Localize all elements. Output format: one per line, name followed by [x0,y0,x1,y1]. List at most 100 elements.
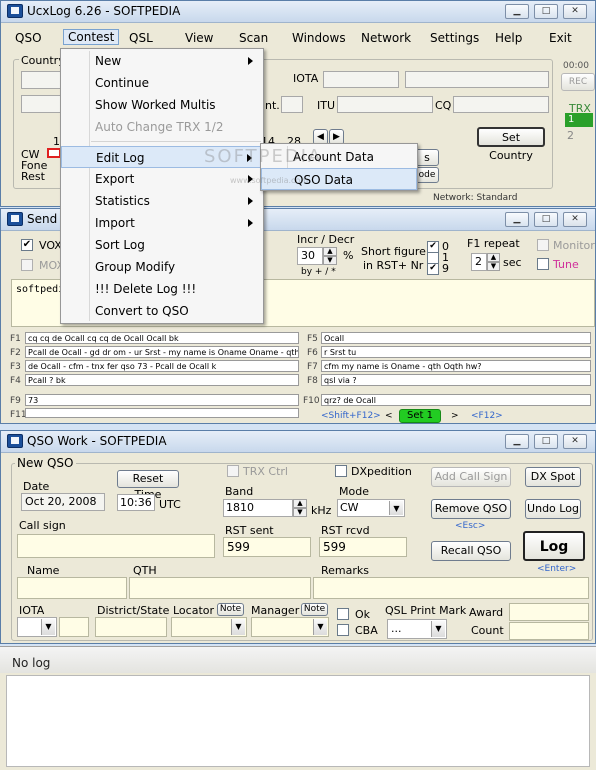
fkey-f8-field[interactable]: qsl via ? [321,374,591,386]
repeat-up-icon[interactable]: ▲ [487,253,500,262]
date-field[interactable]: Oct 20, 2008 [21,493,105,511]
cba-checkbox[interactable] [337,624,349,636]
qth-input[interactable] [129,577,311,599]
remove-qso-button[interactable]: Remove QSO [431,499,511,519]
menu-settings[interactable]: Settings [430,31,479,45]
vox-checkbox[interactable]: ✔ [21,239,33,251]
set-prev-icon[interactable]: < [385,411,393,421]
dx-spot-button[interactable]: DX Spot [525,467,581,487]
qsl-print-mark-select[interactable]: ... ▼ [387,619,447,639]
repeat-down-icon[interactable]: ▼ [487,262,500,271]
repeat-field[interactable]: 2 [471,253,487,271]
fkey-f3-field[interactable]: de Ocall - cfm - tnx fer qso 73 - Pcall … [25,360,299,372]
s-button[interactable]: s [415,149,439,166]
fkey-f9-field[interactable]: 73 [25,394,299,406]
rec-button[interactable]: REC [561,73,595,91]
menu-help[interactable]: Help [495,31,522,45]
contest-new[interactable]: New [61,50,263,72]
dxpedition-checkbox[interactable] [335,465,347,477]
fkey-f6-field[interactable]: r Srst tu [321,346,591,358]
menu-qsl[interactable]: QSL [129,31,153,45]
undo-log-button[interactable]: Undo Log [525,499,581,519]
continent-field[interactable] [281,96,303,113]
band-field[interactable]: 1810 [223,499,293,517]
award-input[interactable] [509,603,589,621]
call-sign-input[interactable] [17,534,215,558]
iota-input[interactable] [59,617,89,637]
menu-exit[interactable]: Exit [549,31,572,45]
speed-down-icon[interactable]: ▼ [323,256,337,265]
reset-time-button[interactable]: Reset Time [117,470,179,501]
itu-field[interactable] [337,96,433,113]
fkey-f11-field[interactable] [25,408,299,418]
trx-ctrl-checkbox[interactable] [227,465,239,477]
locator-select[interactable]: ▼ [171,617,247,637]
fkey-f4-field[interactable]: Pcall ? bk [25,374,299,386]
iota-field-2[interactable] [405,71,549,88]
monitor-checkbox[interactable] [537,239,549,251]
name-input[interactable] [17,577,127,599]
contest-auto-change-trx[interactable]: Auto Change TRX 1/2 [61,116,263,138]
menu-view[interactable]: View [185,31,213,45]
set-next-icon[interactable]: > [451,411,459,421]
qso-close-icon[interactable]: ✕ [563,434,587,449]
menu-scan[interactable]: Scan [239,31,268,45]
mox-checkbox[interactable] [21,259,33,271]
contest-convert-to-qso[interactable]: Convert to QSO [61,300,263,322]
fkey-f7-field[interactable]: cfm my name is Oname - qth Oqth hw? [321,360,591,372]
trx1-radio[interactable]: 1 [565,113,593,127]
log-button[interactable]: Log [523,531,585,561]
locator-note-button[interactable]: Note [217,603,244,616]
contest-import[interactable]: Import [61,212,263,234]
district-state-input[interactable] [95,617,167,637]
mode-select[interactable]: CW ▼ [337,499,405,517]
contest-group-modify[interactable]: Group Modify [61,256,263,278]
band-down-icon[interactable]: ▼ [293,508,307,517]
rst-rcvd-input[interactable]: 599 [319,537,407,557]
set1-button[interactable]: Set 1 [399,409,441,423]
minimize-icon[interactable]: ▁ [505,4,529,19]
iota-field[interactable] [323,71,399,88]
tune-checkbox[interactable] [537,258,549,270]
fkey-f2-field[interactable]: Pcall de Ocall - gd dr om - ur Srst - my… [25,346,299,358]
count-input[interactable] [509,622,589,640]
iota-select[interactable]: ▼ [17,617,57,637]
cq-field[interactable] [453,96,549,113]
contest-sort-log[interactable]: Sort Log [61,234,263,256]
set-country-button[interactable]: Set Country [477,127,545,162]
menu-windows[interactable]: Windows [292,31,346,45]
qso-minimize-icon[interactable]: ▁ [505,434,529,449]
menu-network[interactable]: Network [361,31,411,45]
band-up-icon[interactable]: ▲ [293,499,307,508]
send-minimize-icon[interactable]: ▁ [505,212,529,227]
mode-button[interactable]: ode [415,167,439,183]
manager-note-button[interactable]: Note [301,603,328,616]
log-list[interactable] [6,675,590,767]
ok-checkbox[interactable] [337,608,349,620]
country-field-2[interactable] [21,95,63,113]
speed-up-icon[interactable]: ▲ [323,247,337,256]
manager-select[interactable]: ▼ [251,617,329,637]
contest-show-worked-multis[interactable]: Show Worked Multis [61,94,263,116]
country-field[interactable] [21,71,63,89]
contest-continue[interactable]: Continue [61,72,263,94]
send-close-icon[interactable]: ✕ [563,212,587,227]
contest-delete-log[interactable]: !!! Delete Log !!! [61,278,263,300]
maximize-icon[interactable]: □ [534,4,558,19]
menu-qso[interactable]: QSO [15,31,42,45]
recall-qso-button[interactable]: Recall QSO [431,541,511,561]
fkey-f10-field[interactable]: qrz? de Ocall [321,394,591,406]
contest-statistics[interactable]: Statistics [61,190,263,212]
rst-sent-input[interactable]: 599 [223,537,311,557]
close-icon[interactable]: ✕ [563,4,587,19]
time-field[interactable]: 10:36 [117,494,155,511]
qso-maximize-icon[interactable]: □ [534,434,558,449]
remarks-input[interactable] [313,577,589,599]
speed-field[interactable]: 30 [297,247,323,265]
fkey-f1-field[interactable]: cq cq de Ocall cq cq de Ocall Ocall bk [25,332,299,344]
digit-9-checkbox[interactable]: ✔ [427,263,439,275]
add-call-sign-button[interactable]: Add Call Sign [431,467,511,487]
send-maximize-icon[interactable]: □ [534,212,558,227]
fkey-f5-field[interactable]: Ocall [321,332,591,344]
menu-contest[interactable]: Contest [63,29,120,45]
